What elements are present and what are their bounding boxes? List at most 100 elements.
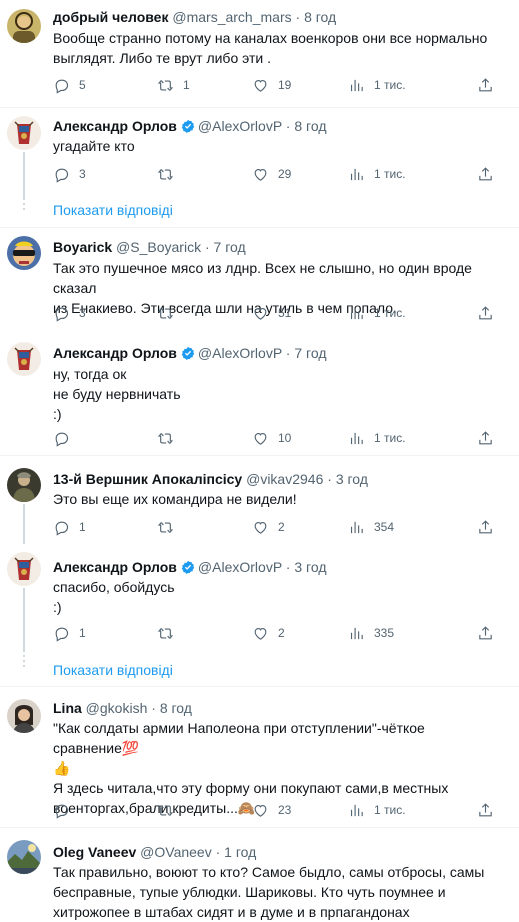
- retweet-button[interactable]: [157, 623, 183, 643]
- display-name[interactable]: Александр Орлов: [53, 118, 177, 134]
- display-name[interactable]: Александр Орлов: [53, 345, 177, 361]
- views-button[interactable]: 354: [348, 517, 394, 537]
- user-handle[interactable]: @gkokish: [86, 700, 148, 716]
- share-button[interactable]: [477, 303, 494, 323]
- tweet[interactable]: 13-й Вершник Апокаліпсісу @vikav2946 · 3…: [0, 456, 519, 544]
- tweet-header: Boyarick @S_Boyarick · 7 год: [53, 239, 246, 255]
- timestamp[interactable]: 8 год: [294, 118, 326, 134]
- timestamp[interactable]: 3 год: [294, 559, 326, 575]
- share-button[interactable]: [477, 75, 494, 95]
- tweet[interactable]: Александр Орлов @AlexOrlovP · 8 год угада…: [0, 108, 519, 198]
- views-button[interactable]: 1 тис.: [348, 75, 406, 95]
- avatar[interactable]: [7, 116, 41, 150]
- tweet-actions: 23 1 тис.: [53, 800, 508, 820]
- timestamp[interactable]: 7 год: [294, 345, 326, 361]
- display-name[interactable]: Oleg Vaneev: [53, 844, 136, 860]
- timestamp[interactable]: 1 год: [224, 844, 256, 860]
- user-handle[interactable]: @S_Boyarick: [116, 239, 201, 255]
- views-button[interactable]: 1 тис.: [348, 303, 406, 323]
- tweet-text: ну, тогда ок не буду нервничать :): [53, 366, 181, 422]
- user-handle[interactable]: @vikav2946: [246, 471, 323, 487]
- views-icon: [348, 166, 365, 183]
- reply-button[interactable]: 3: [53, 303, 86, 323]
- display-name[interactable]: 13-й Вершник Апокаліпсісу: [53, 471, 242, 487]
- show-replies-link[interactable]: Показати відповіді: [53, 661, 173, 679]
- avatar[interactable]: [7, 840, 41, 874]
- display-name[interactable]: добрый человек: [53, 9, 168, 25]
- like-button[interactable]: 2: [252, 517, 285, 537]
- tweet-header: Александр Орлов @AlexOrlovP · 3 год: [53, 559, 327, 575]
- tweet-actions: 1 2 354: [53, 517, 508, 537]
- avatar[interactable]: [7, 552, 41, 586]
- avatar[interactable]: [7, 9, 41, 43]
- share-button[interactable]: [477, 623, 494, 643]
- retweet-icon: [157, 77, 174, 94]
- share-icon: [477, 305, 494, 322]
- tweet-actions: 10 1 тис.: [53, 428, 508, 448]
- reply-button[interactable]: 5: [53, 75, 86, 95]
- like-button[interactable]: 2: [252, 623, 285, 643]
- tweet[interactable]: Lina @gkokish · 8 год "Как солдаты армии…: [0, 687, 519, 826]
- views-button[interactable]: 1 тис.: [348, 164, 406, 184]
- verified-badge-icon: [181, 346, 195, 360]
- like-button[interactable]: 23: [252, 800, 291, 820]
- views-icon: [348, 430, 365, 447]
- like-icon: [252, 802, 269, 819]
- like-icon: [252, 305, 269, 322]
- avatar[interactable]: [7, 236, 41, 270]
- user-handle[interactable]: @AlexOrlovP: [198, 345, 282, 361]
- tweet[interactable]: добрый человек @mars_arch_mars · 8 год В…: [0, 0, 519, 107]
- tweet-header: Александр Орлов @AlexOrlovP · 8 год: [53, 118, 327, 134]
- avatar[interactable]: [7, 342, 41, 376]
- display-name[interactable]: Александр Орлов: [53, 559, 177, 575]
- tweet-header: Александр Орлов @AlexOrlovP · 7 год: [53, 345, 327, 361]
- views-icon: [348, 77, 365, 94]
- display-name[interactable]: Boyarick: [53, 239, 112, 255]
- show-replies-link[interactable]: Показати відповіді: [53, 201, 173, 219]
- retweet-button[interactable]: [157, 164, 183, 184]
- tweet[interactable]: Boyarick @S_Boyarick · 7 год Так это пуш…: [0, 228, 519, 338]
- reply-button[interactable]: 3: [53, 164, 86, 184]
- retweet-button[interactable]: [157, 800, 183, 820]
- like-button[interactable]: 51: [252, 303, 291, 323]
- user-handle[interactable]: @mars_arch_mars: [172, 9, 291, 25]
- reply-button[interactable]: 1: [53, 517, 86, 537]
- views-button[interactable]: 1 тис.: [348, 800, 406, 820]
- like-button[interactable]: 10: [252, 428, 291, 448]
- timestamp[interactable]: 3 год: [336, 471, 368, 487]
- retweet-icon: [157, 430, 174, 447]
- retweet-icon: [157, 625, 174, 642]
- like-icon: [252, 519, 269, 536]
- share-icon: [477, 802, 494, 819]
- avatar[interactable]: [7, 699, 41, 733]
- share-button[interactable]: [477, 164, 494, 184]
- timestamp[interactable]: 7 год: [214, 239, 246, 255]
- user-handle[interactable]: @AlexOrlovP: [198, 559, 282, 575]
- like-button[interactable]: 29: [252, 164, 291, 184]
- tweet-text: Это вы еще их командира не видели!: [53, 491, 297, 507]
- verified-badge-icon: [181, 560, 195, 574]
- timestamp[interactable]: 8 год: [304, 9, 336, 25]
- avatar[interactable]: [7, 468, 41, 502]
- like-button[interactable]: 19: [252, 75, 291, 95]
- reply-button[interactable]: [53, 800, 79, 820]
- retweet-button[interactable]: 1: [157, 75, 190, 95]
- tweet[interactable]: Александр Орлов @AlexOrlovP · 7 год ну, т…: [0, 338, 519, 455]
- tweet[interactable]: Александр Орлов @AlexOrlovP · 3 год спаси…: [0, 544, 519, 652]
- views-button[interactable]: 1 тис.: [348, 428, 406, 448]
- display-name[interactable]: Lina: [53, 700, 82, 716]
- share-button[interactable]: [477, 428, 494, 448]
- retweet-button[interactable]: [157, 303, 183, 323]
- views-button[interactable]: 335: [348, 623, 394, 643]
- tweet[interactable]: Oleg Vaneev @OVaneev · 1 год Так правиль…: [0, 828, 519, 922]
- retweet-button[interactable]: [157, 517, 183, 537]
- share-button[interactable]: [477, 800, 494, 820]
- retweet-button[interactable]: [157, 428, 183, 448]
- reply-button[interactable]: 1: [53, 623, 86, 643]
- share-button[interactable]: [477, 517, 494, 537]
- reply-button[interactable]: [53, 428, 79, 448]
- timestamp[interactable]: 8 год: [160, 700, 192, 716]
- user-handle[interactable]: @OVaneev: [140, 844, 212, 860]
- user-handle[interactable]: @AlexOrlovP: [198, 118, 282, 134]
- share-icon: [477, 519, 494, 536]
